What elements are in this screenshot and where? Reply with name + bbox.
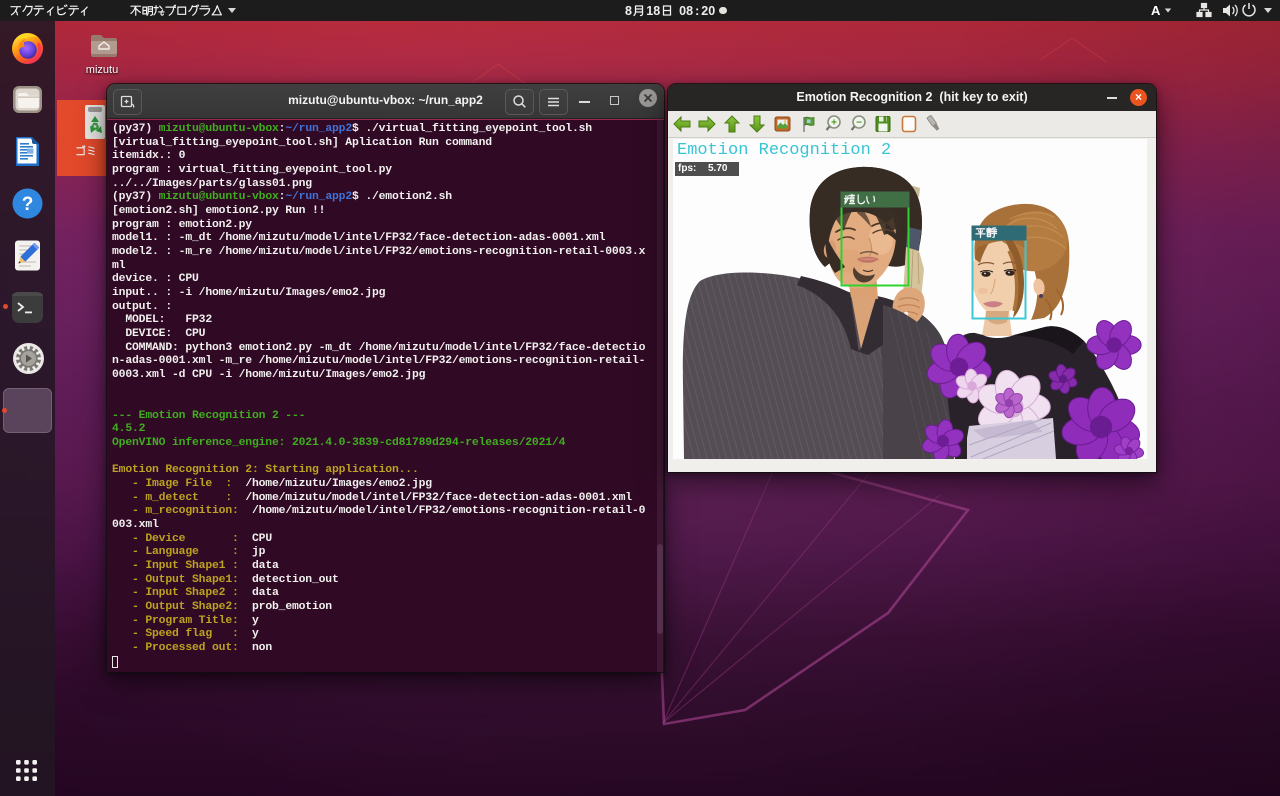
svg-text:♻: ♻: [91, 122, 100, 133]
svg-text:?: ?: [22, 194, 34, 215]
svg-text:+: +: [831, 118, 837, 129]
svg-text:−: −: [856, 118, 862, 129]
